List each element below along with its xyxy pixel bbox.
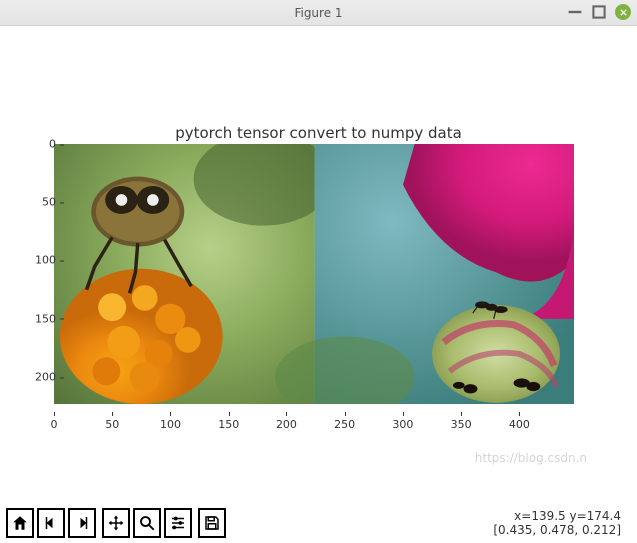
maximize-icon[interactable] xyxy=(591,4,607,20)
xy-coords: x=139.5 y=174.4 xyxy=(493,509,621,523)
minimize-icon[interactable] xyxy=(567,4,583,20)
pan-button[interactable] xyxy=(102,508,130,538)
window-titlebar: Figure 1 xyxy=(0,0,637,26)
home-button[interactable] xyxy=(6,508,34,538)
back-button[interactable] xyxy=(37,508,65,538)
matplotlib-toolbar: x=139.5 y=174.4 [0.435, 0.478, 0.212] xyxy=(0,503,637,543)
forward-button[interactable] xyxy=(68,508,96,538)
watermark: https://blog.csdn.n xyxy=(475,451,587,465)
chart-title: pytorch tensor convert to numpy data xyxy=(0,124,637,142)
cursor-coordinates: x=139.5 y=174.4 [0.435, 0.478, 0.212] xyxy=(493,509,631,538)
save-button[interactable] xyxy=(198,508,226,538)
pixel-value: [0.435, 0.478, 0.212] xyxy=(493,523,621,537)
image-display xyxy=(54,144,574,404)
plot-area: pytorch tensor convert to numpy data xyxy=(0,26,637,503)
close-icon[interactable] xyxy=(615,4,631,20)
window-controls xyxy=(567,4,631,20)
axes[interactable]: 0 50 100 150 200 0 50 100 150 200 250 30… xyxy=(54,144,574,404)
y-axis-ticks: 0 50 100 150 200 xyxy=(46,144,56,404)
configure-button[interactable] xyxy=(164,508,192,538)
window-title: Figure 1 xyxy=(294,6,342,20)
zoom-button[interactable] xyxy=(133,508,161,538)
